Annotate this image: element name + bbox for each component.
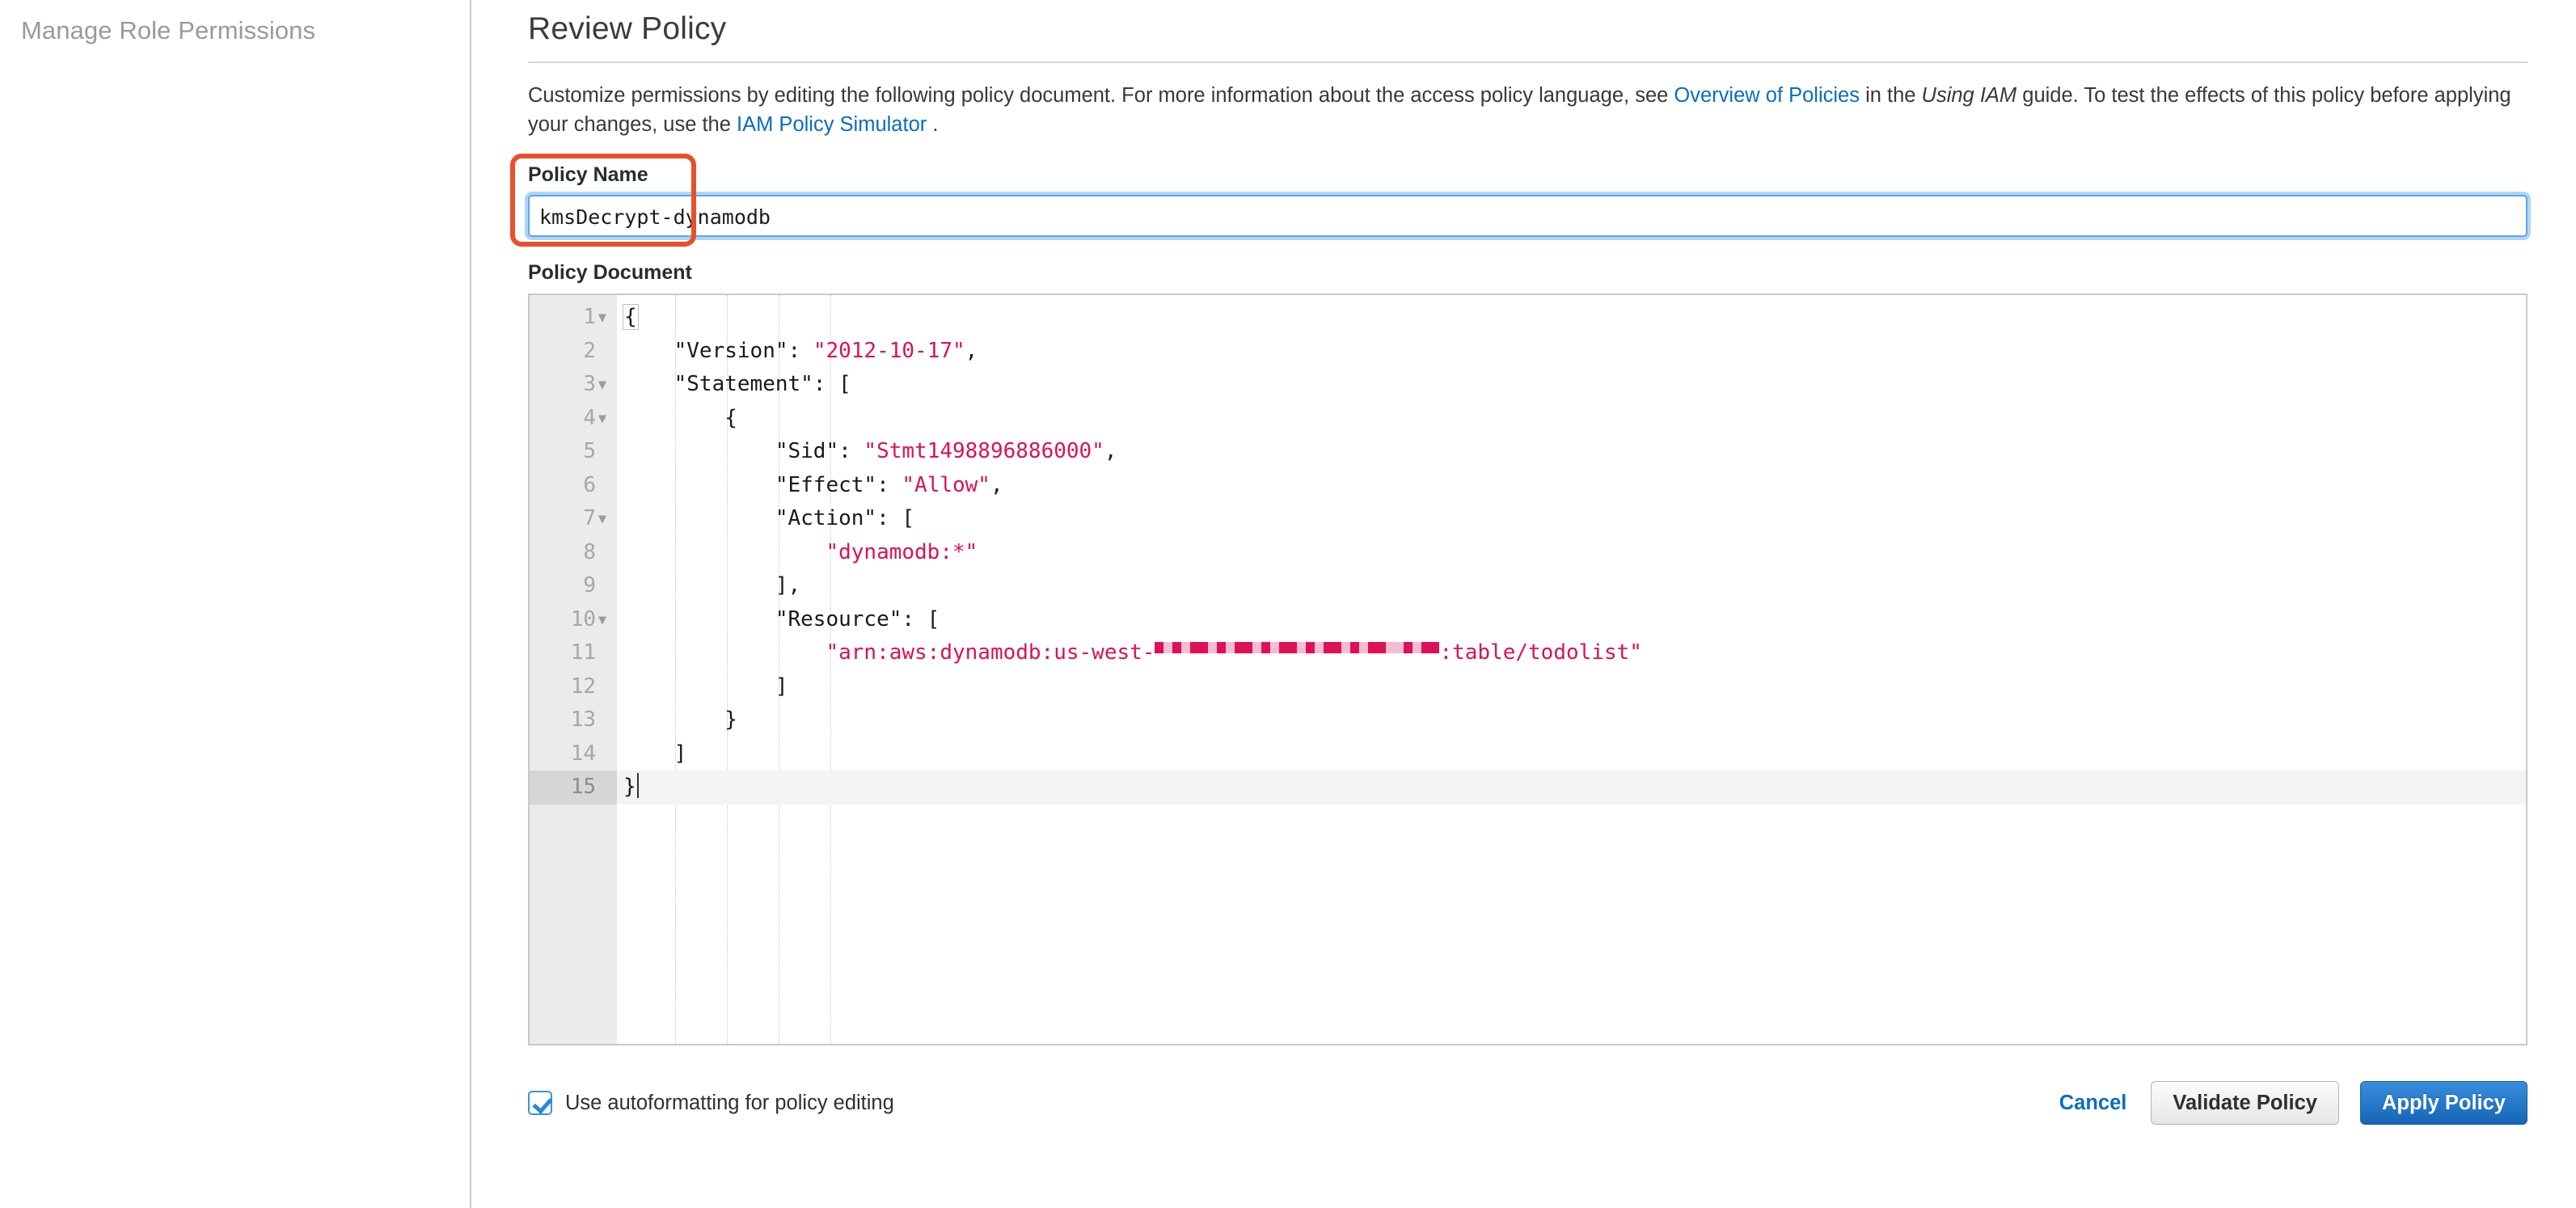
code-line[interactable]: "Action": [: [617, 502, 2526, 536]
line-number: 7: [583, 506, 596, 531]
overview-of-policies-link[interactable]: Overview of Policies: [1674, 84, 1860, 107]
gutter-line[interactable]: 2▼: [530, 335, 617, 369]
description-part-1: Customize permissions by editing the fol…: [528, 84, 1674, 107]
gutter-line[interactable]: 6▼: [530, 469, 617, 503]
fold-toggle-icon[interactable]: ▼: [596, 604, 609, 638]
fold-spacer: ▼: [596, 771, 609, 805]
code-line[interactable]: "Resource": [: [617, 603, 2526, 637]
editor-footer: Use autoformatting for policy editing Ca…: [528, 1081, 2527, 1126]
code-line[interactable]: "Statement": [: [617, 368, 2526, 402]
policy-name-field-wrap: [528, 195, 2527, 238]
code-line[interactable]: "Effect": "Allow",: [617, 469, 2526, 503]
code-line[interactable]: "Sid": "Stmt1498896886000",: [617, 435, 2526, 469]
line-number: 10: [570, 606, 596, 631]
redacted-account-id: [1155, 642, 1440, 665]
policy-document-label: Policy Document: [528, 261, 692, 285]
fold-spacer: ▼: [596, 637, 609, 671]
fold-spacer: ▼: [596, 336, 609, 370]
policy-document-editor[interactable]: 1▼2▼3▼4▼5▼6▼7▼8▼9▼10▼11▼12▼13▼14▼15▼ { "…: [528, 294, 2527, 1046]
fold-spacer: ▼: [596, 738, 609, 772]
description-part-4: .: [927, 113, 939, 137]
line-number: 3: [583, 372, 596, 397]
json-string-value: "2012-10-17": [813, 338, 965, 363]
gutter-line[interactable]: 4 ▼: [530, 402, 617, 436]
using-iam-emphasis: Using IAM: [1921, 84, 2017, 107]
matching-brace: {: [623, 304, 639, 331]
gutter-line[interactable]: 15▼: [530, 771, 617, 805]
code-line[interactable]: {: [617, 402, 2526, 436]
editor-code-area[interactable]: { "Version": "2012-10-17", "Statement": …: [617, 295, 2526, 1045]
line-number: 13: [570, 707, 596, 733]
main-content: Review Policy Customize permissions by e…: [471, 0, 2576, 1208]
fold-spacer: ▼: [596, 470, 609, 504]
iam-policy-simulator-link[interactable]: IAM Policy Simulator: [737, 113, 927, 136]
gutter-line[interactable]: 11▼: [530, 636, 617, 670]
fold-spacer: ▼: [596, 436, 609, 470]
fold-toggle-icon[interactable]: ▼: [596, 302, 609, 336]
line-number: 9: [583, 573, 596, 598]
fold-spacer: ▼: [596, 704, 609, 738]
autoformat-checkbox[interactable]: [528, 1091, 552, 1116]
json-string-value: "arn:aws:dynamodb:us-west-: [826, 640, 1155, 665]
line-number: 8: [583, 539, 596, 564]
line-number: 4: [583, 405, 596, 430]
autoformat-label: Use autoformatting for policy editing: [565, 1091, 894, 1114]
policy-name-label: Policy Name: [528, 163, 648, 187]
line-number: 6: [583, 472, 596, 497]
line-number: 12: [570, 674, 596, 699]
gutter-line[interactable]: 8▼: [530, 536, 617, 570]
json-string-value-tail: :table/todolist": [1439, 640, 1642, 665]
gutter-line[interactable]: 3 ▼: [530, 368, 617, 402]
gutter-line[interactable]: 12▼: [530, 670, 617, 704]
line-number: 2: [583, 338, 596, 363]
sidebar-title: Manage Role Permissions: [21, 16, 316, 44]
footer-actions: Cancel Validate Policy Apply Policy: [2056, 1081, 2527, 1126]
validate-policy-button[interactable]: Validate Policy: [2151, 1081, 2339, 1126]
fold-spacer: ▼: [596, 570, 609, 604]
fold-toggle-icon[interactable]: ▼: [596, 369, 609, 403]
description-text: Customize permissions by editing the fol…: [528, 81, 2527, 139]
code-line[interactable]: "arn:aws:dynamodb:us-west- :table/todolis…: [617, 636, 2526, 670]
code-line[interactable]: "Version": "2012-10-17",: [617, 335, 2526, 369]
gutter-line[interactable]: 10 ▼: [530, 603, 617, 637]
left-sidebar: Manage Role Permissions: [0, 0, 471, 1208]
policy-name-input[interactable]: [528, 195, 2527, 238]
line-number: 15: [570, 775, 596, 800]
line-number: 1: [583, 305, 596, 330]
gutter-line[interactable]: 1 ▼: [530, 301, 617, 335]
gutter-line[interactable]: 13▼: [530, 703, 617, 737]
text-cursor: [636, 773, 639, 799]
fold-toggle-icon[interactable]: ▼: [596, 503, 609, 537]
description-part-2: in the: [1859, 84, 1922, 107]
gutter-line[interactable]: 14▼: [530, 737, 617, 771]
page-title: Review Policy: [528, 11, 727, 46]
code-line[interactable]: ]: [617, 670, 2526, 704]
line-number: 5: [583, 439, 596, 464]
policy-editor-page: Manage Role Permissions Review Policy Cu…: [0, 0, 2576, 1208]
gutter-line[interactable]: 5▼: [530, 435, 617, 469]
title-divider: [528, 61, 2527, 63]
gutter-line[interactable]: 9▼: [530, 569, 617, 603]
fold-spacer: ▼: [596, 537, 609, 571]
code-line[interactable]: }: [617, 771, 2526, 805]
json-string-value: "Stmt1498896886000": [864, 439, 1104, 464]
code-line[interactable]: ],: [617, 569, 2526, 603]
fold-spacer: ▼: [596, 671, 609, 705]
code-line[interactable]: }: [617, 703, 2526, 737]
json-string-value: "Allow": [902, 472, 990, 497]
line-number: 14: [570, 741, 596, 766]
editor-gutter[interactable]: 1▼2▼3▼4▼5▼6▼7▼8▼9▼10▼11▼12▼13▼14▼15▼: [530, 295, 617, 1045]
gutter-line[interactable]: 7 ▼: [530, 502, 617, 536]
json-string-value: "dynamodb:*": [826, 539, 978, 564]
code-line[interactable]: {: [617, 301, 2526, 335]
code-line[interactable]: ]: [617, 737, 2526, 771]
autoformat-checkbox-wrap[interactable]: Use autoformatting for policy editing: [528, 1091, 894, 1116]
code-line[interactable]: "dynamodb:*": [617, 536, 2526, 570]
cancel-button[interactable]: Cancel: [2056, 1092, 2130, 1115]
line-number: 11: [570, 640, 596, 665]
apply-policy-button[interactable]: Apply Policy: [2359, 1081, 2527, 1126]
fold-toggle-icon[interactable]: ▼: [596, 403, 609, 437]
